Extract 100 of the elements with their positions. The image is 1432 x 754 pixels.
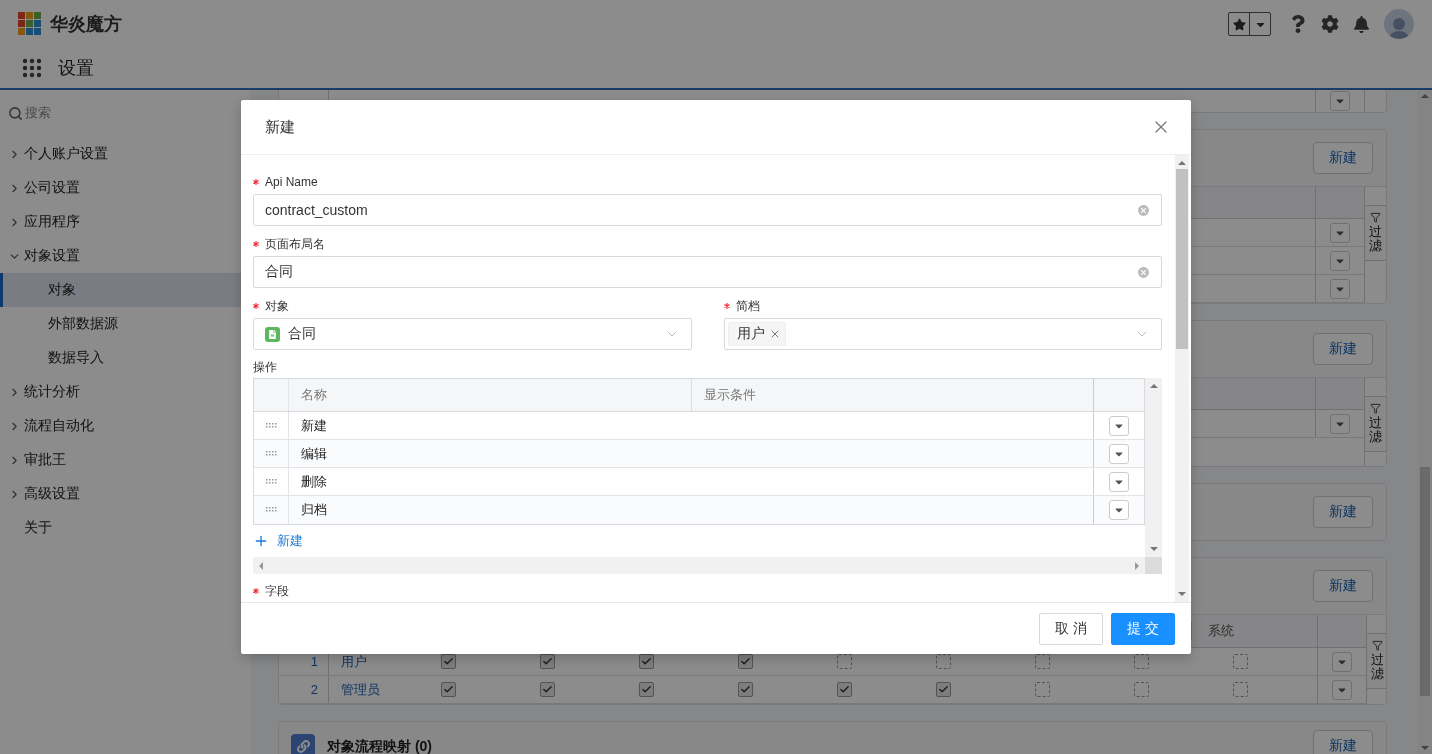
sidebar-item[interactable]: 对象设置 [0,239,250,273]
scroll-up-icon[interactable] [1421,94,1429,98]
checkbox[interactable] [936,654,951,669]
dropdown-button[interactable] [1330,250,1350,271]
notification-button[interactable] [1353,15,1370,33]
column-header: 名称 [301,386,327,404]
input-field[interactable]: 合同 [253,256,1162,288]
user-avatar[interactable] [1384,9,1414,39]
dropdown-button[interactable] [1330,278,1350,299]
check-icon [542,656,553,667]
checkbox[interactable] [1233,682,1248,697]
field-label: Api Name [265,175,318,189]
profile-link[interactable]: 用户 [329,652,367,671]
checkbox[interactable] [540,682,555,697]
table-cell: 编辑 [301,444,327,463]
checkbox[interactable] [738,682,753,697]
scroll-down-icon[interactable] [1421,746,1429,750]
checkbox[interactable] [837,682,852,697]
scroll-down-icon[interactable] [1149,547,1158,551]
apps-grid-icon[interactable] [22,58,42,78]
submit-button[interactable]: 提 交 [1111,612,1175,645]
add-link[interactable]: 新建 [253,525,1145,557]
dropdown-button[interactable] [1332,679,1352,700]
field-label: 简档 [735,297,760,315]
drag-handle-icon[interactable] [265,506,277,514]
checkbox[interactable] [540,654,555,669]
check-icon [740,684,751,695]
sidebar-item[interactable]: 高级设置 [0,477,250,511]
check-icon [839,684,850,695]
sidebar-item[interactable]: 应用程序 [0,205,250,239]
settings-button[interactable] [1321,15,1339,33]
new-button[interactable]: 新建 [1313,730,1373,754]
dropdown-button[interactable] [1109,443,1129,464]
checkbox[interactable] [441,682,456,697]
select-field[interactable]: 合同 [253,318,692,350]
check-icon [542,684,553,695]
check-icon [641,656,652,667]
new-button[interactable]: 新建 [1313,570,1373,602]
drag-handle-icon[interactable] [265,449,277,458]
checkbox[interactable] [441,654,456,669]
checkbox[interactable] [1134,682,1149,697]
favorites-button[interactable] [1228,12,1271,36]
scrollbar-thumb[interactable] [1176,169,1188,349]
filter-icon [1370,212,1381,223]
drag-handle-icon[interactable] [265,421,277,430]
checkbox[interactable] [1134,654,1149,669]
panel-title: 对象流程映射 (0) [327,737,432,754]
sidebar-item[interactable]: 个人账户设置 [0,137,250,171]
checkbox[interactable] [936,682,951,697]
new-button[interactable]: 新建 [1313,142,1373,174]
dropdown-button[interactable] [1109,500,1129,520]
dropdown-button[interactable] [1330,91,1350,111]
person-icon [1388,15,1410,39]
scrollbar[interactable] [1418,90,1432,754]
sidebar-item[interactable]: 审批王 [0,443,250,477]
checkbox[interactable] [639,654,654,669]
sidebar-item[interactable]: 流程自动化 [0,409,250,443]
row-number: 2 [279,676,329,703]
dropdown-button[interactable] [1109,471,1129,492]
checkbox[interactable] [1035,682,1050,697]
filter-tab[interactable]: 过滤 [1367,633,1386,689]
sidebar-item[interactable]: 公司设置 [0,171,250,205]
profile-link[interactable]: 管理员 [329,680,380,699]
scroll-right-icon[interactable] [1135,561,1139,570]
dropdown-button[interactable] [1332,651,1352,672]
dropdown-button[interactable] [1330,413,1350,434]
scroll-down-icon[interactable] [1178,592,1186,596]
field-label: 操作 [253,358,277,376]
checkbox[interactable] [639,682,654,697]
scrollbar-thumb[interactable] [1420,467,1430,696]
field-label: 对象 [265,297,289,315]
question-icon [1289,15,1307,33]
drag-handle-icon[interactable] [265,477,277,486]
scroll-left-icon[interactable] [259,561,263,570]
input-field[interactable]: contract_custom [253,194,1162,226]
scrollbar[interactable] [1175,155,1189,602]
dropdown-button[interactable] [1109,415,1129,436]
new-button[interactable]: 新建 [1313,333,1373,365]
sidebar-item[interactable]: 统计分析 [0,375,250,409]
scroll-up-icon[interactable] [1178,161,1186,165]
logo-icon [18,12,42,36]
filter-tab[interactable]: 过滤 [1365,205,1386,261]
scrollbar[interactable] [253,557,1145,574]
select-field[interactable]: 用户 [723,318,1162,350]
check-icon [443,656,454,667]
checkbox[interactable] [1035,654,1050,669]
checkbox[interactable] [1233,654,1248,669]
help-button[interactable] [1289,15,1307,33]
check-icon [740,656,751,667]
checkbox[interactable] [837,654,852,669]
dropdown-button[interactable] [1330,222,1350,243]
filter-icon [1370,403,1381,414]
new-button[interactable]: 新建 [1313,496,1373,528]
checkbox[interactable] [738,654,753,669]
filter-tab[interactable]: 过滤 [1365,396,1386,452]
dialog-title: 新建 [265,117,295,137]
cancel-button[interactable]: 取 消 [1039,612,1103,645]
scrollbar[interactable] [1145,378,1162,557]
scroll-up-icon[interactable] [1149,384,1158,388]
tag: 用户 [727,322,786,346]
